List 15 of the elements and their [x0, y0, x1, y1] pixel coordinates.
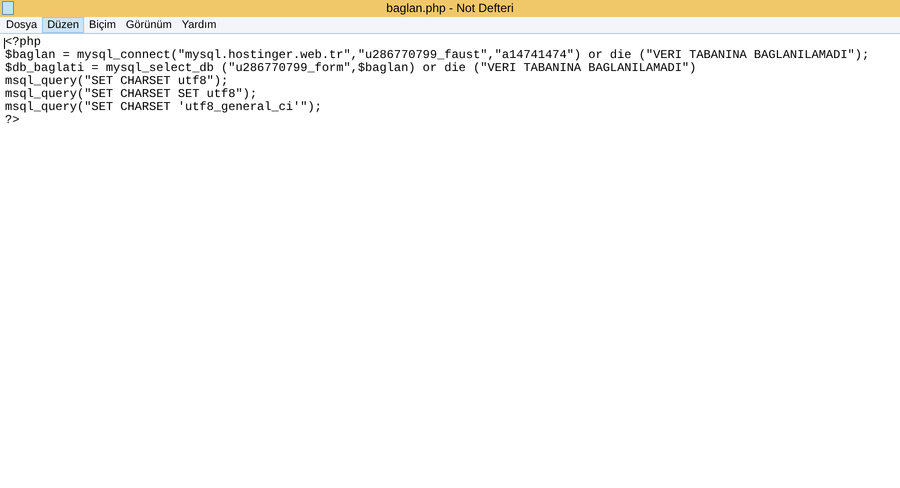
menu-item[interactable]: Biçim — [84, 17, 121, 33]
menu-item[interactable]: Görünüm — [120, 17, 177, 33]
code-line: msql_query("SET CHARSET utf8"); — [5, 75, 228, 88]
code-line: ?> — [5, 114, 20, 127]
code-line: msql_query("SET CHARSET 'utf8_general_ci'"); — [5, 101, 322, 114]
code-line: msql_query("SET CHARSET SET utf8"); — [5, 88, 258, 101]
menu-item[interactable]: Yardım — [176, 17, 222, 33]
text-cursor — [4, 38, 5, 49]
menu-item[interactable]: Dosya — [1, 17, 42, 33]
code-line: $db_baglati = mysql_select_db ("u286770799_form",$baglan) or die ("VERI TABANINA BAGLANILAMADI") — [5, 62, 696, 75]
window-title: baglan.php - Not Defteri — [386, 0, 514, 17]
notepad-icon — [2, 1, 14, 15]
code-line: <?php — [5, 36, 42, 49]
menu-item[interactable]: Düzen — [42, 17, 84, 33]
code-line: $baglan = mysql_connect("mysql.hostinger.web.tr","u286770799_faust","a14741474") or die ("VERI TABANINA BAGLANILAMADI"); — [5, 49, 870, 62]
